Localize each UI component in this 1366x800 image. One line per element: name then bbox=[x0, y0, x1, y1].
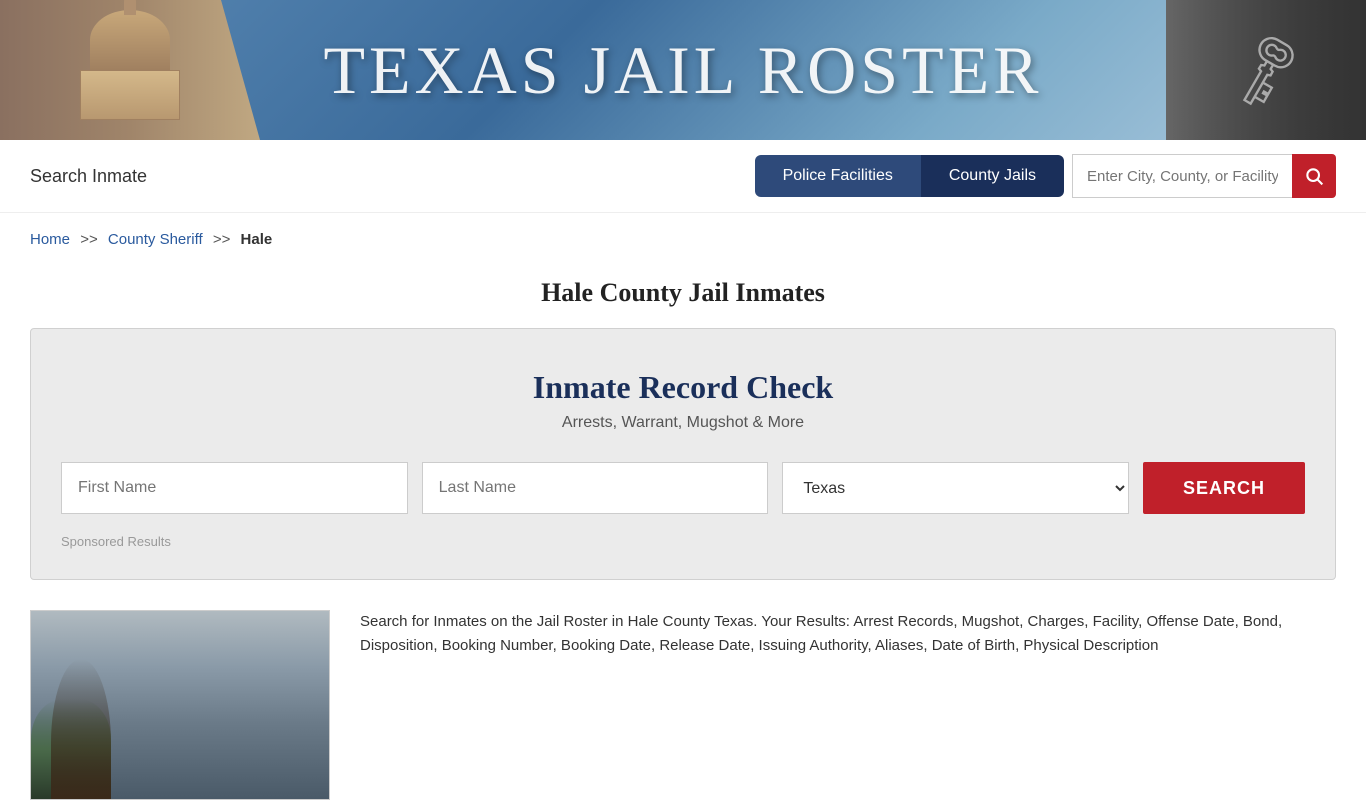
breadcrumb: Home >> County Sheriff >> Hale bbox=[0, 213, 1366, 266]
banner-capitol bbox=[30, 0, 230, 140]
state-select[interactable]: AlabamaAlaskaArizonaArkansasCaliforniaCo… bbox=[782, 462, 1129, 514]
record-check-section: Inmate Record Check Arrests, Warrant, Mu… bbox=[30, 328, 1336, 580]
navbar: Search Inmate Police Facilities County J… bbox=[0, 140, 1366, 213]
record-check-subtitle: Arrests, Warrant, Mugshot & More bbox=[61, 414, 1305, 432]
facility-search-bar bbox=[1072, 154, 1336, 198]
breadcrumb-sep1: >> bbox=[80, 231, 98, 248]
page-title: Hale County Jail Inmates bbox=[30, 278, 1336, 308]
breadcrumb-current: Hale bbox=[241, 231, 273, 248]
record-check-title: Inmate Record Check bbox=[61, 369, 1305, 406]
bottom-description: Search for Inmates on the Jail Roster in… bbox=[360, 610, 1336, 658]
first-name-input[interactable] bbox=[61, 462, 408, 514]
page-title-section: Hale County Jail Inmates bbox=[0, 266, 1366, 328]
banner-right-visual: 🗝 bbox=[1166, 0, 1366, 140]
navbar-right: Police Facilities County Jails bbox=[755, 154, 1336, 198]
hale-county-image bbox=[30, 610, 330, 800]
facility-search-input[interactable] bbox=[1072, 154, 1292, 198]
site-title: Texas Jail Roster bbox=[323, 31, 1042, 110]
breadcrumb-county-sheriff[interactable]: County Sheriff bbox=[108, 231, 203, 248]
facility-search-button[interactable] bbox=[1292, 154, 1336, 198]
county-jails-button[interactable]: County Jails bbox=[921, 155, 1064, 197]
search-inmate-label: Search Inmate bbox=[30, 166, 147, 187]
search-icon bbox=[1304, 166, 1324, 186]
police-facilities-button[interactable]: Police Facilities bbox=[755, 155, 921, 197]
sponsored-results-label: Sponsored Results bbox=[61, 534, 1305, 549]
record-search-button[interactable]: SEARCH bbox=[1143, 462, 1305, 514]
site-banner: Texas Jail Roster 🗝 bbox=[0, 0, 1366, 140]
bottom-section: Search for Inmates on the Jail Roster in… bbox=[0, 610, 1366, 800]
record-search-form: AlabamaAlaskaArizonaArkansasCaliforniaCo… bbox=[61, 462, 1305, 514]
last-name-input[interactable] bbox=[422, 462, 769, 514]
banner-title: Texas Jail Roster bbox=[323, 31, 1042, 110]
tree-visual-2 bbox=[51, 659, 111, 799]
breadcrumb-home[interactable]: Home bbox=[30, 231, 70, 248]
breadcrumb-sep2: >> bbox=[213, 231, 231, 248]
